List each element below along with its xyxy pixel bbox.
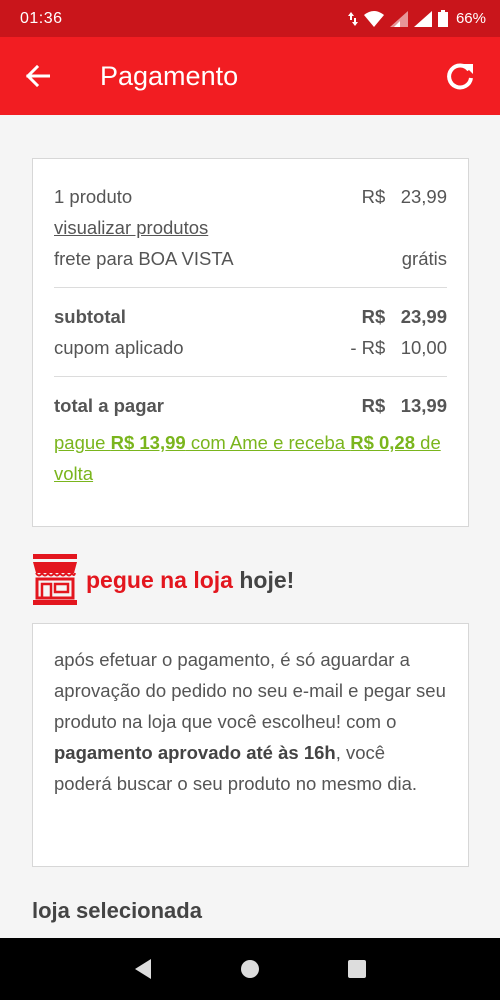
products-row: 1 produto R$ 23,99: [54, 181, 447, 212]
battery-icon: [437, 10, 448, 27]
refresh-icon: [447, 63, 473, 90]
circle-home-icon: [240, 960, 259, 978]
pickup-title: pegue na loja hoje!: [86, 567, 294, 594]
products-label: 1 produto: [54, 186, 133, 207]
selected-store-title: loja selecionada: [32, 898, 202, 923]
data-transfer-icon: [347, 11, 358, 26]
coupon-value: - R$ 10,00: [350, 337, 447, 358]
status-icons: 66%: [347, 10, 486, 27]
subtotal-value: R$ 23,99: [361, 306, 447, 327]
status-bar: 01:36 66%: [0, 0, 500, 37]
promo-amount: R$ 13,99: [110, 432, 186, 453]
pickup-title-highlight: pegue na loja: [86, 566, 233, 593]
content: 1 produto R$ 23,99 visualizar produtos f…: [0, 115, 500, 938]
arrow-left-icon: [26, 65, 50, 87]
total-row: total a pagar R$ 13,99: [54, 390, 447, 421]
divider: [54, 376, 447, 377]
promo-cashback: R$ 0,28: [350, 432, 416, 453]
page-title: Pagamento: [100, 60, 239, 91]
nav-recents-button[interactable]: [347, 959, 367, 979]
nav-back-button[interactable]: [133, 958, 153, 980]
total-value: R$ 13,99: [361, 395, 447, 416]
products-value: R$ 23,99: [361, 186, 447, 207]
ame-cashback-link[interactable]: pague R$ 13,99 com Ame e receba R$ 0,28 …: [54, 427, 447, 489]
pickup-info-text: após efetuar o pagamento, é só aguardar …: [54, 649, 446, 732]
battery-percentage: 66%: [455, 10, 486, 27]
wifi-icon: [363, 10, 384, 27]
pickup-info-bold: pagamento aprovado até às 16h: [54, 742, 336, 763]
promo-text: com Ame e receba: [185, 432, 351, 453]
signal-icon-2: [413, 10, 432, 27]
order-summary-card: 1 produto R$ 23,99 visualizar produtos f…: [32, 158, 469, 527]
back-button[interactable]: [0, 37, 80, 115]
subtotal-row: subtotal R$ 23,99: [54, 301, 447, 332]
pickup-header: pegue na loja hoje!: [32, 553, 294, 607]
status-time: 01:36: [20, 9, 63, 27]
pickup-info-card: após efetuar o pagamento, é só aguardar …: [32, 623, 469, 867]
nav-home-button[interactable]: [240, 959, 260, 979]
signal-icon: [389, 10, 408, 27]
coupon-row: cupom aplicado - R$ 10,00: [54, 332, 447, 363]
total-label: total a pagar: [54, 395, 164, 416]
shipping-row: frete para BOA VISTA grátis: [54, 243, 447, 274]
triangle-back-icon: [135, 959, 152, 979]
system-nav-bar: [0, 938, 500, 1000]
store-icon: [33, 554, 77, 605]
square-recents-icon: [347, 960, 366, 978]
coupon-label: cupom aplicado: [54, 337, 184, 358]
shipping-value: grátis: [401, 248, 447, 269]
divider: [54, 287, 447, 288]
shipping-label: frete para BOA VISTA: [54, 248, 234, 269]
promo-text: pague: [54, 432, 111, 453]
view-products-link[interactable]: visualizar produtos: [54, 212, 208, 243]
pickup-title-rest: hoje!: [232, 566, 295, 593]
subtotal-label: subtotal: [54, 306, 126, 327]
refresh-button[interactable]: [420, 37, 500, 115]
app-bar: Pagamento: [0, 37, 500, 115]
